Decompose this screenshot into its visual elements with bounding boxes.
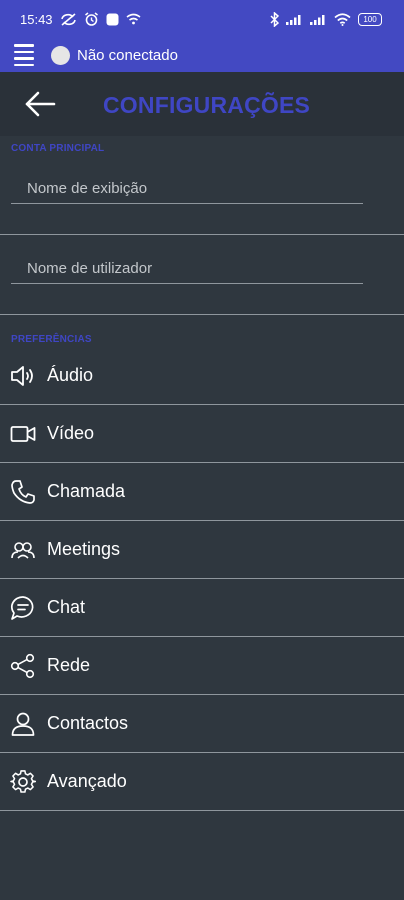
username-row (0, 235, 404, 315)
status-bar-left: 15:43 (20, 12, 141, 27)
share-network-icon (10, 653, 36, 679)
signal-icon (310, 13, 327, 25)
menu-item-call[interactable]: Chamada (0, 463, 404, 521)
phone-icon (10, 479, 36, 505)
status-time: 15:43 (20, 11, 53, 27)
alarm-icon (84, 11, 99, 27)
connection-status-dot (51, 45, 70, 65)
arrow-left-icon (25, 91, 56, 117)
app-icon (106, 13, 119, 26)
menu-item-label: Avançado (47, 771, 127, 791)
menu-item-contacts[interactable]: Contactos (0, 695, 404, 753)
section-label-main-account: CONTA PRINCIPAL (11, 143, 105, 154)
video-camera-icon (10, 421, 36, 447)
menu-item-meetings[interactable]: Meetings (0, 521, 404, 579)
username-field[interactable] (11, 254, 363, 284)
speaker-icon (10, 363, 36, 389)
group-icon (10, 537, 36, 563)
menu-item-advanced[interactable]: Avançado (0, 753, 404, 811)
wifi-settings-icon (126, 13, 141, 25)
signal-icon (286, 13, 303, 25)
hamburger-icon[interactable] (14, 44, 34, 66)
chat-bubble-icon (10, 595, 36, 621)
menu-item-label: Vídeo (47, 423, 95, 443)
status-bar: 15:43 100 (0, 0, 404, 38)
menu-item-network[interactable]: Rede (0, 637, 404, 695)
menu-item-label: Chat (47, 597, 86, 617)
page-title: CONFIGURAÇÕES (103, 92, 311, 118)
menu-item-label: Meetings (47, 539, 121, 559)
menu-item-video[interactable]: Vídeo (0, 405, 404, 463)
display-name-row (0, 155, 404, 235)
menu-item-label: Áudio (47, 365, 94, 385)
menu-item-label: Rede (47, 655, 91, 675)
menu-item-label: Chamada (47, 481, 126, 501)
settings-header: CONFIGURAÇÕES (0, 72, 404, 136)
person-icon (10, 711, 36, 737)
status-bar-right: 100 (270, 11, 382, 27)
gear-icon (10, 769, 36, 795)
battery-level: 100 (363, 14, 377, 24)
wifi-icon (334, 12, 351, 26)
display-name-field[interactable] (11, 174, 363, 204)
section-label-preferences: PREFERÊNCIAS (11, 334, 92, 345)
battery-icon: 100 (358, 12, 382, 26)
sync-off-icon (60, 12, 77, 26)
back-button[interactable] (24, 90, 56, 118)
menu-item-label: Contactos (47, 713, 129, 733)
menu-item-chat[interactable]: Chat (0, 579, 404, 637)
top-app-bar: Não conectado (0, 38, 404, 72)
menu-item-audio[interactable]: Áudio (0, 347, 404, 405)
connection-status-text: Não conectado (77, 46, 178, 64)
bluetooth-icon (270, 11, 279, 27)
